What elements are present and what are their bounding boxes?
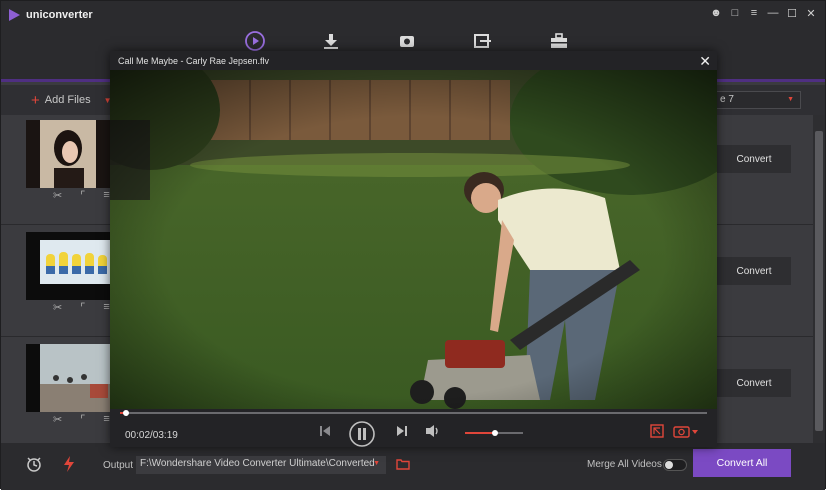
- scrollbar-thumb[interactable]: [815, 131, 823, 431]
- output-path-value: F:\Wondershare Video Converter Ultimate\…: [140, 458, 375, 469]
- app-name: uniconverter: [26, 9, 93, 21]
- toggle-knob: [665, 461, 673, 469]
- next-icon[interactable]: [393, 420, 411, 442]
- maximize-icon[interactable]: ☐: [786, 7, 798, 20]
- folder-icon[interactable]: [396, 458, 410, 470]
- add-files-button[interactable]: + Add Files ▼: [31, 91, 112, 109]
- crop-icon[interactable]: ⌜: [80, 413, 85, 426]
- crop-icon[interactable]: ⌜: [80, 189, 85, 202]
- minimize-icon[interactable]: —: [767, 7, 779, 20]
- format-value: e 7: [720, 94, 734, 105]
- bottom-bar: Output F:\Wondershare Video Converter Ul…: [1, 443, 825, 490]
- chevron-down-icon: ▼: [787, 96, 794, 103]
- volume-handle[interactable]: [492, 430, 499, 436]
- volume-icon[interactable]: [423, 420, 443, 442]
- window-controls: ☻ □ ≡ — ☐ ✕: [710, 7, 817, 20]
- snapshot-icon[interactable]: [672, 420, 700, 442]
- video-thumbnail[interactable]: [26, 232, 112, 300]
- crop-icon[interactable]: ⌜: [80, 301, 85, 314]
- player-title: Call Me Maybe - Carly Rae Jepsen.flv: [118, 56, 270, 66]
- volume-level: [465, 432, 496, 434]
- output-path-select[interactable]: F:\Wondershare Video Converter Ultimate\…: [136, 456, 386, 474]
- scissors-icon[interactable]: ✂: [53, 413, 62, 426]
- app-window: uniconverter ☻ □ ≡ — ☐ ✕ + Add Files ▼ e…: [0, 0, 826, 490]
- row-tools: ✂ ⌜ ≡: [53, 413, 110, 426]
- scissors-icon[interactable]: ✂: [53, 189, 62, 202]
- seek-handle[interactable]: [122, 410, 129, 416]
- lightning-icon[interactable]: [61, 455, 77, 473]
- convert-all-button[interactable]: Convert All: [693, 449, 791, 477]
- add-files-label: Add Files: [44, 94, 91, 106]
- scissors-icon[interactable]: ✂: [53, 301, 62, 314]
- effects-icon[interactable]: ≡: [103, 413, 109, 426]
- row-tools: ✂ ⌜ ≡: [53, 301, 110, 314]
- video-player-window: Call Me Maybe - Carly Rae Jepsen.flv ✕ 0…: [110, 51, 717, 447]
- close-icon[interactable]: ✕: [699, 53, 711, 70]
- chat-icon[interactable]: □: [729, 7, 741, 20]
- plus-icon: +: [31, 91, 40, 109]
- merge-toggle[interactable]: [663, 459, 687, 471]
- logo-icon: [9, 9, 20, 21]
- pause-button[interactable]: [348, 420, 376, 448]
- video-thumbnail[interactable]: [26, 120, 112, 188]
- user-icon[interactable]: ☻: [710, 7, 722, 20]
- chevron-down-icon: ▼: [373, 460, 380, 467]
- video-frame[interactable]: [110, 70, 717, 409]
- previous-icon[interactable]: [316, 420, 334, 442]
- playback-time: 00:02/03:19: [125, 430, 178, 441]
- fullscreen-icon[interactable]: [648, 420, 666, 442]
- convert-button[interactable]: Convert: [717, 257, 791, 285]
- file-list-scrollbar[interactable]: [813, 115, 825, 443]
- convert-button[interactable]: Convert: [717, 369, 791, 397]
- effects-icon[interactable]: ≡: [103, 189, 109, 202]
- app-logo: uniconverter: [9, 9, 93, 21]
- row-tools: ✂ ⌜ ≡: [53, 189, 110, 202]
- volume-slider[interactable]: [465, 430, 523, 436]
- video-thumbnail[interactable]: [26, 344, 112, 412]
- merge-label: Merge All Videos: [587, 459, 662, 470]
- convert-format-select[interactable]: e 7 ▼: [713, 91, 801, 109]
- video-picture: [110, 70, 717, 409]
- convert-button[interactable]: Convert: [717, 145, 791, 173]
- output-label: Output: [103, 460, 134, 471]
- seek-bar[interactable]: [120, 410, 707, 416]
- close-icon[interactable]: ✕: [805, 7, 817, 20]
- effects-icon[interactable]: ≡: [103, 301, 109, 314]
- menu-icon[interactable]: ≡: [748, 7, 760, 20]
- schedule-icon[interactable]: [25, 455, 43, 473]
